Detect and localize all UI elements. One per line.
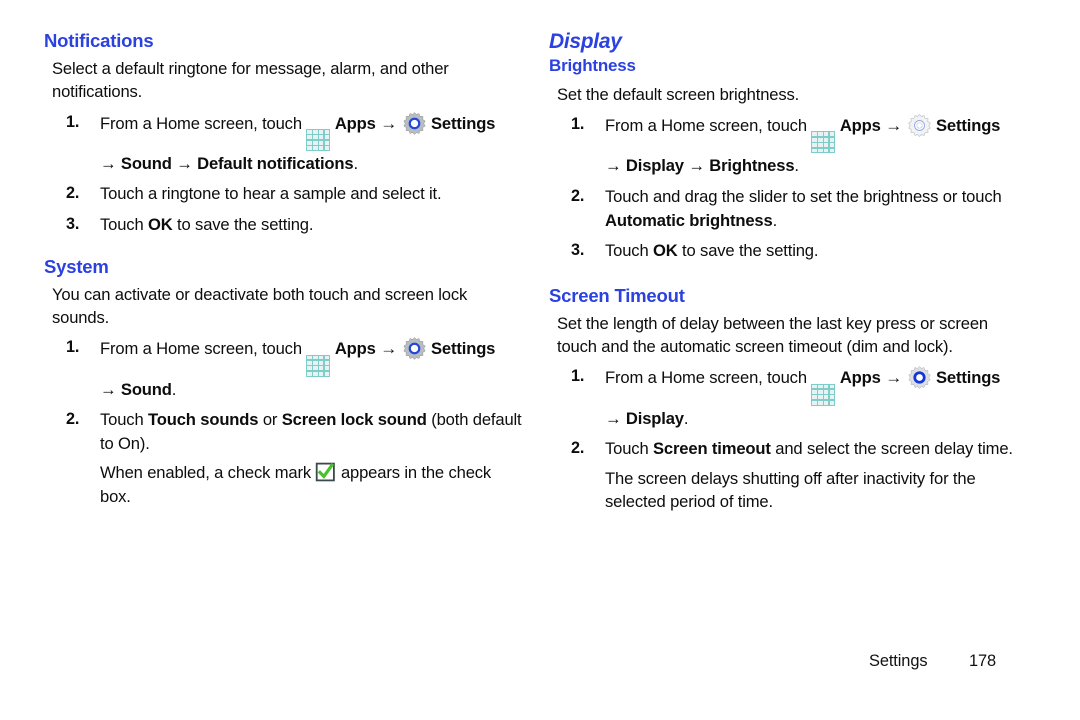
step-lead-text: From a Home screen, touch [100,113,302,133]
settings-label: Settings [936,116,1001,136]
step-item: 3. Touch OK to save the setting. [44,213,522,237]
note-text-pre: When enabled, a check mark [100,463,316,483]
step-lead-text: From a Home screen, touch [605,116,807,136]
step-number: 1. [571,115,585,134]
arrow-icon: → [380,339,398,359]
step-item: 1. From a Home screen, touch Apps → Sett… [549,365,1019,430]
step-item: 2. Touch a ringtone to hear a sample and… [44,182,522,206]
step-number: 2. [66,410,80,429]
system-intro: You can activate or deactivate both touc… [52,284,468,328]
step-item: 2. Touch and drag the slider to set the … [549,185,1019,232]
step-text-pre: Touch and drag the slider to set the bri… [605,187,1002,207]
step-item: 3. Touch OK to save the setting. [549,239,1019,263]
apps-grid-icon [306,128,331,151]
step-number: 2. [571,187,585,206]
screen-timeout-intro: Set the length of delay between the last… [557,314,988,357]
apps-label: Apps [839,116,881,136]
step-note: When enabled, a check mark appears in th… [100,461,522,508]
step-item: 2. Touch Touch sounds or Screen lock sou… [44,408,522,508]
step-path-tail: . [683,408,689,428]
step-item: 1. From a Home screen, touch Apps → Sett… [44,111,522,176]
left-column: Notifications Select a default ringtone … [44,30,522,515]
step-path-text: → Display [605,408,684,428]
step-text-bold: Screen timeout [653,439,771,459]
step-lead-text: From a Home screen, touch [100,339,302,359]
apps-label: Apps [334,339,376,359]
apps-grid-icon [811,383,836,406]
heading-system: System [44,255,109,277]
notifications-intro: Select a default ringtone for message, a… [52,59,449,102]
apps-label: Apps [334,113,376,133]
step-text-pre: Touch [100,215,148,235]
arrow-icon: → [885,116,903,136]
step-note: The screen delays shutting off after ina… [605,468,976,512]
footer-section-label: Settings [869,652,928,670]
step-path-text: → Display → Brightness [605,156,795,176]
step-path-text: → Sound [100,379,172,399]
step-text-post: to save the setting. [677,241,819,261]
step-text-bold: OK [148,215,173,235]
step-number: 3. [571,241,585,260]
heading-display: Display [549,30,622,53]
step-item: 2. Touch Screen timeout and select the s… [549,437,1019,514]
step-path-text: → Sound → Default notifications [100,153,354,173]
apps-grid-icon [306,354,331,377]
step-text: Touch a ringtone to hear a sample and se… [100,184,442,204]
step-text-pre: Touch [100,410,148,430]
step-text-bold: OK [653,241,678,261]
arrow-icon: → [380,113,398,133]
brightness-steps: 1. From a Home screen, touch Apps → Sett… [549,113,1019,262]
heading-brightness: Brightness [549,55,636,75]
system-steps: 1. From a Home screen, touch Apps → Sett… [44,336,522,508]
step-text-post: to save the setting. [172,215,314,235]
step-path-line: → Sound. [100,378,522,402]
settings-label: Settings [431,113,496,133]
settings-gear-icon [402,337,426,361]
step-number: 1. [66,338,80,357]
step-path-line: → Display → Brightness. [605,154,1019,178]
step-item: 1. From a Home screen, touch Apps → Sett… [44,336,522,401]
heading-notifications: Notifications [44,30,154,51]
apps-grid-icon [811,131,836,154]
step-path-tail: . [171,379,177,399]
step-number: 2. [571,439,585,458]
notifications-steps: 1. From a Home screen, touch Apps → Sett… [44,111,522,237]
settings-label: Settings [431,339,496,359]
arrow-icon: → [885,368,903,388]
settings-gear-icon [402,111,426,135]
heading-screen-timeout: Screen Timeout [549,284,685,306]
step-number: 3. [66,215,80,234]
step-text-mid: or [258,410,282,430]
manual-page: Notifications Select a default ringtone … [0,0,1080,720]
screen-timeout-steps: 1. From a Home screen, touch Apps → Sett… [549,365,1019,513]
step-number: 1. [571,367,585,386]
step-text-post: . [772,210,778,230]
step-lead-text: From a Home screen, touch [605,368,807,388]
step-path-tail: . [794,156,799,176]
step-number: 1. [66,112,80,131]
settings-gear-icon [907,114,931,138]
settings-label: Settings [936,368,1001,388]
checkbox-checked-icon [316,462,336,482]
apps-label: Apps [839,368,881,388]
step-number: 2. [66,184,80,203]
settings-gear-icon [907,366,931,390]
step-text-bold-1: Touch sounds [148,410,259,430]
step-text-pre: Touch [605,439,653,459]
step-path-line: → Display. [605,407,1019,431]
step-path-line: → Sound → Default notifications. [100,152,522,176]
brightness-intro: Set the default screen brightness. [557,85,800,105]
step-item: 1. From a Home screen, touch Apps → Sett… [549,113,1019,178]
step-path-tail: . [353,153,358,173]
step-text-pre: Touch [605,241,653,261]
step-text-bold: Automatic brightness [605,210,773,230]
step-text-post: and select the screen delay time. [770,439,1013,459]
right-column: Display Brightness Set the default scree… [549,30,1019,521]
step-text-bold-2: Screen lock sound [281,410,427,430]
footer-page-number: 178 [969,652,997,670]
